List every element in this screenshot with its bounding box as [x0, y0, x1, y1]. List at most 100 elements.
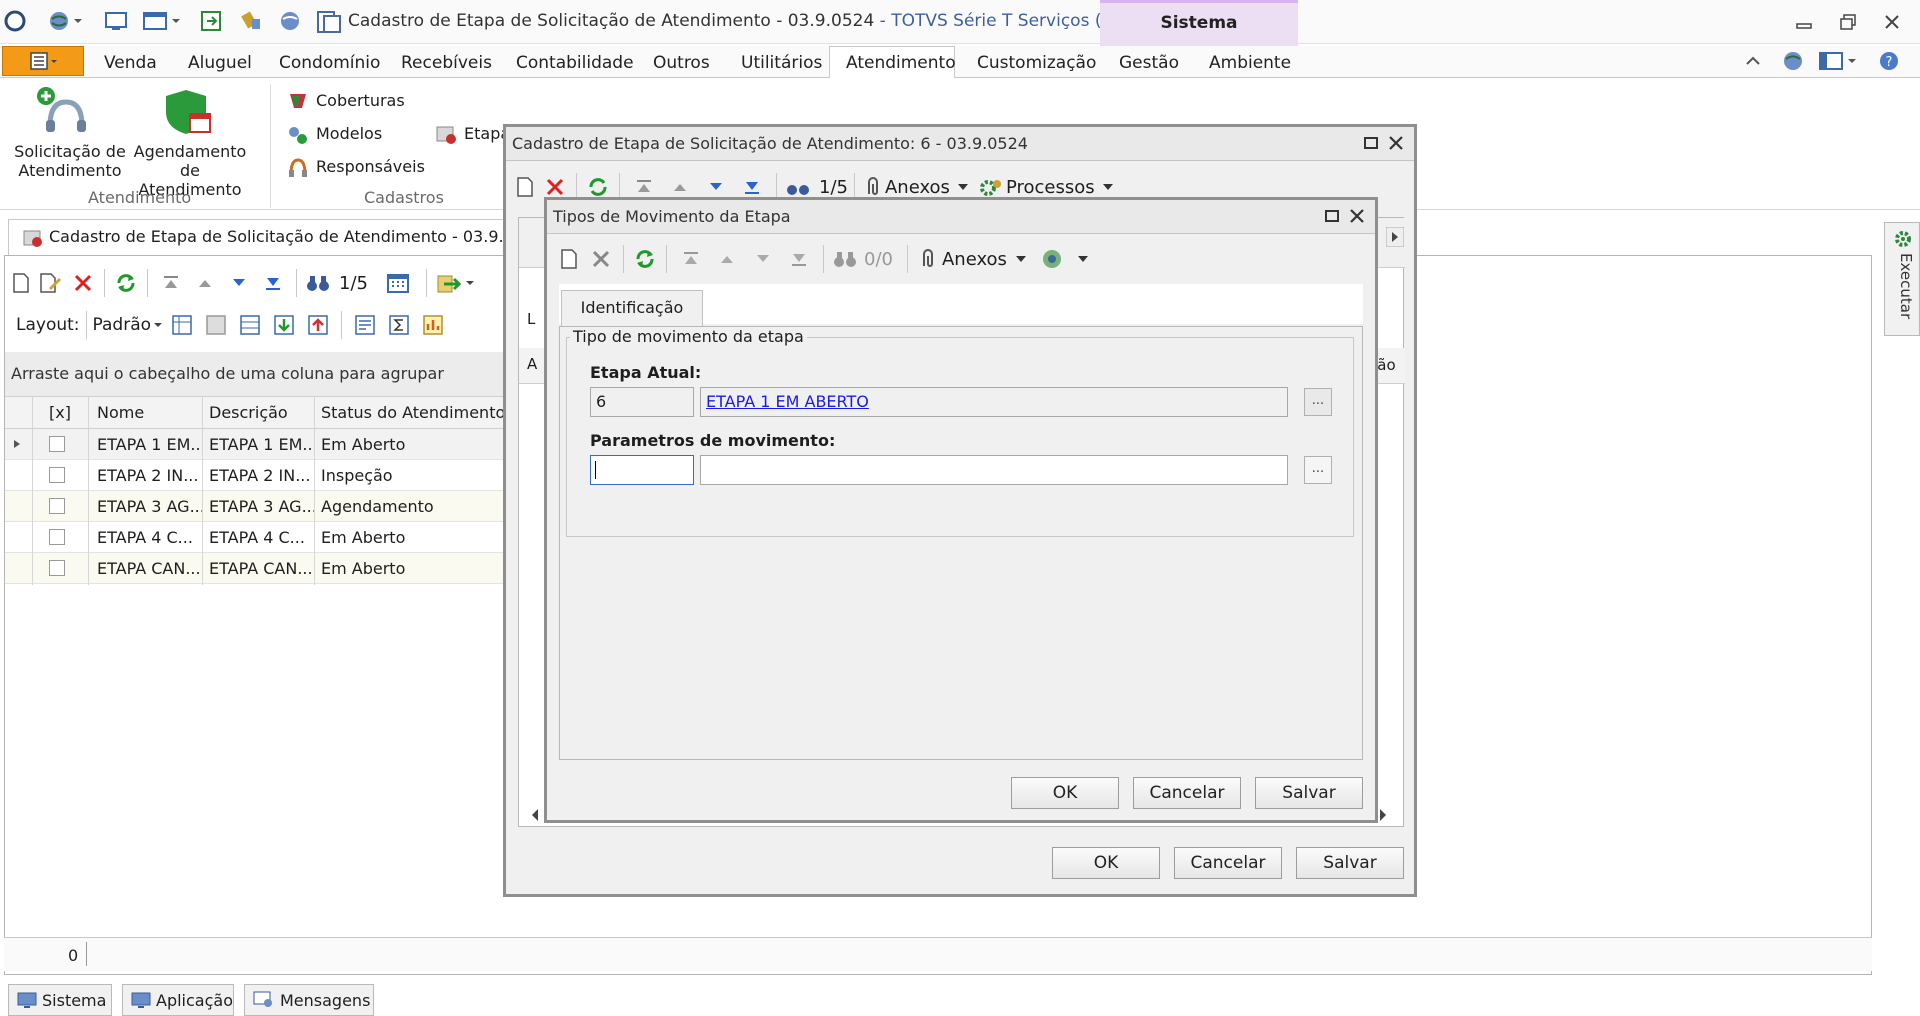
row-checkbox[interactable]: [49, 498, 65, 514]
previous-record-icon[interactable]: [709, 249, 745, 269]
inner-ok-button[interactable]: OK: [1011, 777, 1119, 809]
menu-venda[interactable]: Venda: [104, 53, 157, 73]
new-icon[interactable]: [553, 248, 585, 270]
menu-gestao[interactable]: Gestão: [1119, 53, 1179, 73]
column-header-select[interactable]: [x]: [49, 403, 71, 422]
outer-ok-button[interactable]: OK: [1052, 847, 1160, 879]
processes-dropdown-icon[interactable]: [1071, 254, 1095, 264]
etapa-atual-lookup-button[interactable]: ...: [1304, 388, 1332, 416]
ribbon-modelos[interactable]: Modelos: [316, 124, 382, 143]
inner-anexos-button[interactable]: Anexos: [942, 249, 1007, 270]
last-record-icon[interactable]: [781, 249, 817, 269]
filter-icon[interactable]: [348, 314, 382, 336]
new-icon[interactable]: [510, 176, 540, 198]
search-binoculars-icon[interactable]: [303, 272, 333, 294]
bottom-tab-mensagens[interactable]: Mensagens: [244, 984, 374, 1016]
previous-record-icon[interactable]: [188, 273, 222, 293]
column-header-descricao[interactable]: Descrição: [209, 403, 288, 422]
menu-utilitarios[interactable]: Utilitários: [741, 53, 822, 73]
processes-globe-icon[interactable]: [1035, 247, 1071, 271]
first-record-icon[interactable]: [673, 249, 709, 269]
menu-recebiveis[interactable]: Recebíveis: [401, 53, 492, 73]
row-checkbox[interactable]: [49, 467, 65, 483]
row-checkbox[interactable]: [49, 436, 65, 452]
bottom-tab-sistema[interactable]: Sistema: [8, 984, 112, 1016]
maximize-icon[interactable]: [1325, 209, 1339, 223]
help-icon[interactable]: ?: [1878, 50, 1900, 72]
layout-import-icon[interactable]: [267, 314, 301, 336]
first-record-icon[interactable]: [626, 177, 662, 197]
etapa-atual-link[interactable]: ETAPA 1 EM ABERTO: [706, 392, 869, 411]
table-row[interactable]: ETAPA 1 EM... ETAPA 1 EM... Em Aberto: [5, 429, 505, 460]
table-row[interactable]: ETAPA 4 C... ETAPA 4 C... Em Aberto: [5, 522, 505, 553]
layout-delete-icon[interactable]: [199, 314, 233, 336]
ribbon-responsaveis[interactable]: Responsáveis: [316, 157, 425, 176]
restore-icon[interactable]: [1838, 12, 1858, 32]
refresh-icon[interactable]: [630, 247, 660, 271]
app-menu-button[interactable]: [2, 46, 84, 76]
web-icon[interactable]: [278, 10, 302, 32]
collapse-ribbon-icon[interactable]: [1744, 52, 1762, 70]
executar-side-tab[interactable]: Executar: [1884, 222, 1920, 336]
window-layout-icon[interactable]: [142, 10, 182, 32]
next-record-icon[interactable]: [698, 177, 734, 197]
etapa-atual-code-field[interactable]: 6: [590, 387, 694, 417]
ribbon-coberturas[interactable]: Coberturas: [316, 91, 405, 110]
table-row[interactable]: ETAPA 3 AG... ETAPA 3 AG... Agendamento: [5, 491, 505, 522]
parametros-lookup-button[interactable]: ...: [1304, 456, 1332, 484]
close-icon[interactable]: [1349, 208, 1365, 224]
search-binoculars-icon[interactable]: [783, 176, 813, 198]
scroll-left-icon[interactable]: [530, 807, 540, 823]
previous-record-icon[interactable]: [662, 177, 698, 197]
parametros-description-field[interactable]: [700, 455, 1288, 485]
row-checkbox[interactable]: [49, 529, 65, 545]
table-row[interactable]: ETAPA 2 IN... ETAPA 2 IN... Inspeção: [5, 460, 505, 491]
scroll-right-small-icon[interactable]: [1378, 807, 1388, 823]
globe-menu-icon[interactable]: [48, 10, 82, 32]
menu-customizacao[interactable]: Customização: [977, 53, 1096, 73]
menu-ambiente[interactable]: Ambiente: [1209, 53, 1291, 73]
agendamento-shield-icon[interactable]: [164, 88, 212, 136]
scroll-right-icon[interactable]: [1386, 227, 1404, 247]
next-record-icon[interactable]: [745, 249, 781, 269]
delete-disabled-icon[interactable]: [585, 249, 617, 269]
column-header-status[interactable]: Status do Atendimento: [321, 403, 505, 422]
search-binoculars-icon[interactable]: [830, 248, 860, 270]
layout-save-icon[interactable]: [165, 314, 199, 336]
menu-atendimento[interactable]: Atendimento: [846, 53, 956, 73]
new-icon[interactable]: [8, 272, 34, 294]
edit-icon[interactable]: [34, 272, 68, 294]
globe-icon[interactable]: [1782, 50, 1804, 72]
outer-save-button[interactable]: Salvar: [1296, 847, 1404, 879]
bottom-tab-aplicacao[interactable]: Aplicação: [122, 984, 234, 1016]
table-row[interactable]: ETAPA CAN... ETAPA CAN... Em Aberto: [5, 553, 505, 584]
row-checkbox[interactable]: [49, 560, 65, 576]
layout-columns-icon[interactable]: [233, 314, 267, 336]
close-icon[interactable]: [1388, 135, 1404, 151]
layout-export-icon[interactable]: [301, 314, 335, 336]
menu-outros[interactable]: Outros: [653, 53, 710, 73]
calendar-icon[interactable]: [376, 272, 420, 294]
tab-identificacao[interactable]: Identificação: [561, 290, 703, 326]
inner-save-button[interactable]: Salvar: [1255, 777, 1363, 809]
refresh-icon[interactable]: [583, 175, 613, 199]
next-record-icon[interactable]: [222, 273, 256, 293]
menu-condominio[interactable]: Condomínio: [279, 53, 380, 73]
etapa-atual-description-field[interactable]: ETAPA 1 EM ABERTO: [700, 387, 1288, 417]
solicitacao-headset-icon[interactable]: [36, 86, 88, 136]
first-record-icon[interactable]: [154, 273, 188, 293]
outer-processos-button[interactable]: Processos: [1006, 177, 1095, 198]
app-logo-icon[interactable]: [4, 10, 26, 32]
outer-cancel-button[interactable]: Cancelar: [1174, 847, 1282, 879]
inner-cancel-button[interactable]: Cancelar: [1133, 777, 1241, 809]
layout-select[interactable]: Padrão: [93, 315, 152, 335]
delete-icon[interactable]: [68, 273, 98, 293]
chart-icon[interactable]: [416, 314, 450, 336]
minimize-icon[interactable]: [1794, 12, 1814, 32]
maximize-icon[interactable]: [1364, 136, 1378, 150]
refresh-icon[interactable]: [111, 271, 141, 295]
anexos-dropdown-icon[interactable]: [950, 182, 976, 192]
menu-aluguel[interactable]: Aluguel: [188, 53, 252, 73]
export-icon[interactable]: [200, 10, 224, 32]
solicitacao-button[interactable]: Solicitação de Atendimento: [10, 142, 130, 180]
